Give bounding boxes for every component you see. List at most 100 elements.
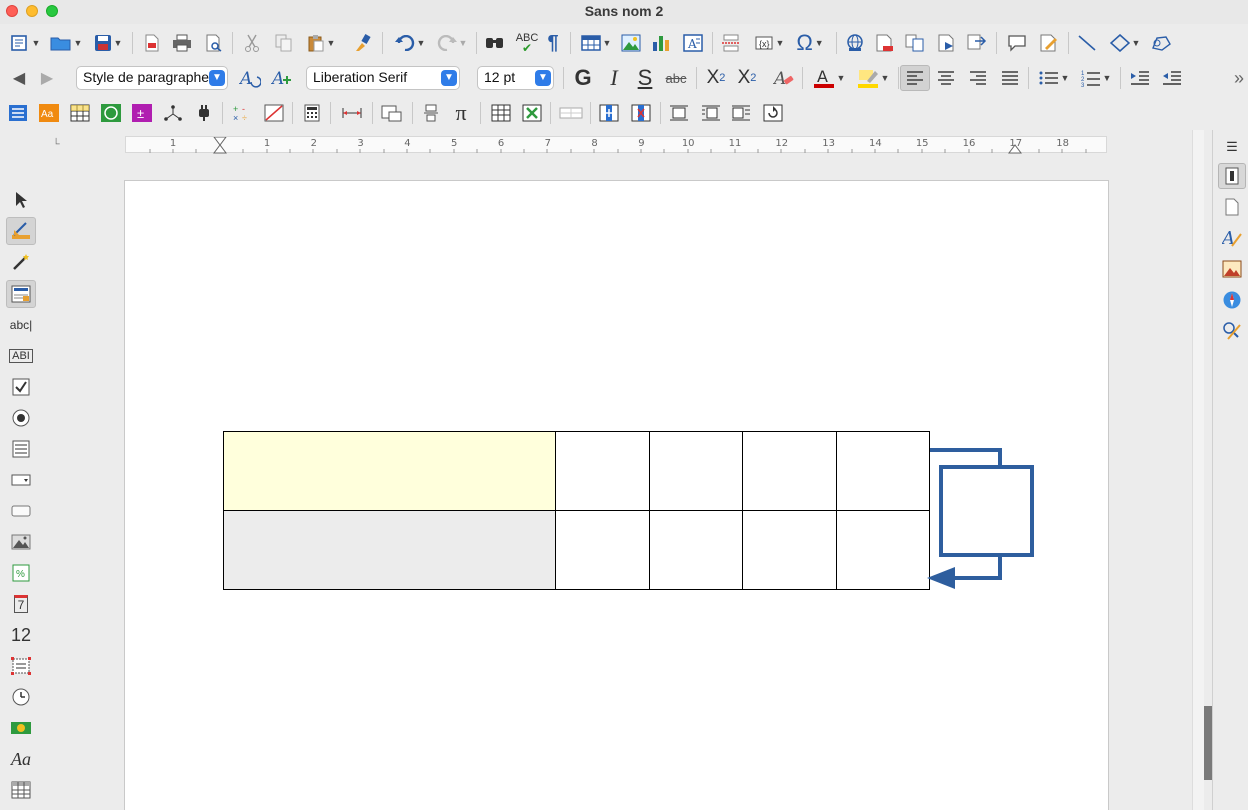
italic-button[interactable]: I: [602, 65, 626, 91]
horizontal-ruler[interactable]: 1 1 2 3 4 5 6 7 8 9 10 11 12 13 14 15 16 17 18: [125, 136, 1107, 154]
export-pdf-icon[interactable]: [140, 30, 164, 56]
plug-icon[interactable]: [192, 100, 216, 126]
select-icon[interactable]: [6, 186, 36, 214]
dimension-line-icon[interactable]: [338, 100, 366, 126]
comment-icon[interactable]: [1004, 30, 1030, 56]
print-icon[interactable]: [170, 30, 194, 56]
wrap-right-icon[interactable]: [728, 100, 754, 126]
insert-chart-icon[interactable]: [648, 30, 674, 56]
back-arrow-icon[interactable]: ◀: [8, 65, 30, 91]
more-tools-chevron-icon[interactable]: »: [1230, 65, 1248, 91]
print-preview-icon[interactable]: [202, 30, 226, 56]
numeric-field-icon[interactable]: 12: [6, 621, 36, 649]
diagonal-border-icon[interactable]: [262, 100, 286, 126]
new-style-icon[interactable]: A: [268, 65, 296, 91]
strikethrough-button[interactable]: abc: [662, 65, 690, 91]
combo-box-icon[interactable]: [6, 466, 36, 494]
align-right-button[interactable]: [964, 65, 992, 91]
align-center-button[interactable]: [932, 65, 960, 91]
track-changes-icon[interactable]: [1036, 30, 1062, 56]
draw-functions-icon[interactable]: [1148, 30, 1174, 56]
increase-indent-icon[interactable]: [1126, 65, 1154, 91]
option-button-icon[interactable]: [6, 404, 36, 432]
bullet-list-button[interactable]: ▼: [1034, 65, 1074, 91]
font-size-dropdown[interactable]: 12 pt ▼: [477, 66, 554, 90]
insert-caption-icon[interactable]: [378, 100, 406, 126]
bold-button[interactable]: G: [570, 65, 596, 91]
form-navigator-icon[interactable]: [6, 100, 30, 126]
date-field-icon[interactable]: 7: [6, 590, 36, 618]
pattern-field-icon[interactable]: [6, 652, 36, 680]
superscript-button[interactable]: X2: [702, 65, 730, 91]
underline-button[interactable]: S: [632, 65, 658, 91]
justify-button[interactable]: [996, 65, 1024, 91]
undo-button[interactable]: ▼: [390, 30, 430, 56]
copy-icon[interactable]: [272, 30, 296, 56]
cross-reference-icon[interactable]: [902, 30, 928, 56]
fontwork-toolbar-icon[interactable]: Aa: [37, 100, 61, 126]
properties-icon[interactable]: [1218, 163, 1246, 189]
table-cell[interactable]: [555, 510, 650, 590]
insert-text-box-icon[interactable]: A: [680, 30, 706, 56]
checkbox-icon[interactable]: [6, 373, 36, 401]
hyperlink-icon[interactable]: [842, 30, 868, 56]
design-mode-icon[interactable]: [6, 217, 36, 245]
clear-formatting-icon[interactable]: A: [770, 65, 798, 91]
fontwork-icon[interactable]: Aa: [6, 745, 36, 773]
find-replace-icon[interactable]: [482, 30, 508, 56]
push-button-icon[interactable]: [6, 497, 36, 525]
shapes-green-icon[interactable]: [99, 100, 123, 126]
connector-shape[interactable]: [925, 445, 1040, 595]
align-left-button[interactable]: [900, 65, 930, 91]
table-cell[interactable]: [742, 510, 837, 590]
navigator-icon[interactable]: [1218, 287, 1246, 313]
vertical-scrollbar[interactable]: [1192, 130, 1204, 810]
rotate-icon[interactable]: [760, 100, 786, 126]
symbols-purple-icon[interactable]: ±: [130, 100, 154, 126]
table-cell[interactable]: [649, 510, 743, 590]
calculator-icon[interactable]: [300, 100, 324, 126]
table-cell[interactable]: [649, 431, 743, 511]
calculate-icon[interactable]: + - × ÷: [230, 100, 254, 126]
sidebar-collapse-handle[interactable]: [1204, 706, 1212, 780]
clone-formatting-icon[interactable]: [350, 30, 376, 56]
delete-column-icon[interactable]: [628, 100, 654, 126]
special-character-button[interactable]: Ω ▼: [790, 30, 830, 56]
redo-button[interactable]: ▼: [432, 30, 472, 56]
insert-column-icon[interactable]: [596, 100, 622, 126]
merge-cells-icon[interactable]: [556, 100, 586, 126]
spellcheck-button[interactable]: ABC ✔: [512, 30, 542, 56]
delete-table-icon[interactable]: [519, 100, 545, 126]
table-cell[interactable]: [836, 431, 930, 511]
table-cell[interactable]: [742, 431, 837, 511]
table-cell-highlighted[interactable]: [223, 431, 556, 511]
pi-icon[interactable]: π: [448, 100, 474, 126]
open-button[interactable]: ▼: [48, 30, 84, 56]
footnote-icon[interactable]: [872, 30, 898, 56]
align-objects-icon[interactable]: [420, 100, 442, 126]
image-button-icon[interactable]: [6, 528, 36, 556]
label-icon[interactable]: abc|: [6, 311, 36, 339]
cross-reference-insert-icon[interactable]: [964, 30, 990, 56]
wrap-parallel-icon[interactable]: [698, 100, 724, 126]
table-cell-gray[interactable]: [223, 510, 556, 590]
table-grid-icon[interactable]: [488, 100, 514, 126]
paragraph-style-dropdown[interactable]: Style de paragraphe ▼: [76, 66, 228, 90]
insert-field-button[interactable]: {x} ▼: [750, 30, 788, 56]
table-design-icon[interactable]: [68, 100, 92, 126]
subscript-button[interactable]: X2: [733, 65, 761, 91]
wizard-icon[interactable]: [6, 248, 36, 276]
update-style-icon[interactable]: A: [236, 65, 264, 91]
wrap-off-icon[interactable]: [666, 100, 692, 126]
formatted-field-icon[interactable]: %: [6, 559, 36, 587]
cut-icon[interactable]: [240, 30, 264, 56]
table-cell[interactable]: [836, 510, 930, 590]
styles-icon[interactable]: A: [1218, 225, 1246, 251]
decrease-indent-icon[interactable]: [1158, 65, 1186, 91]
bookmark-icon[interactable]: [934, 30, 960, 56]
page-break-icon[interactable]: [718, 30, 744, 56]
save-button[interactable]: ▼: [90, 30, 126, 56]
forward-arrow-icon[interactable]: ▶: [36, 65, 58, 91]
formatting-marks-button[interactable]: ¶: [540, 30, 566, 56]
font-name-dropdown[interactable]: Liberation Serif ▼: [306, 66, 460, 90]
